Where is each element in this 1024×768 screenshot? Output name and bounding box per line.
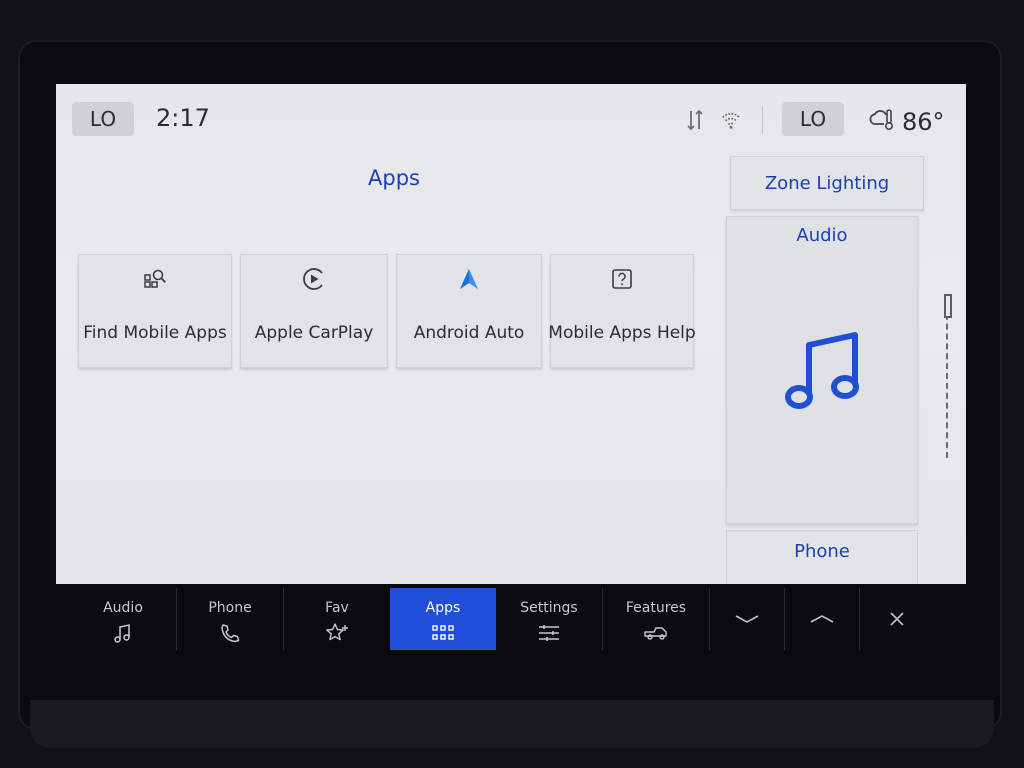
scrollbar-thumb[interactable]	[944, 294, 952, 318]
tile-label: Find Mobile Apps	[83, 323, 227, 343]
outside-temp-value: 86°	[902, 108, 945, 136]
page-title: Apps	[368, 166, 420, 190]
android-auto-tile[interactable]: Android Auto	[396, 254, 542, 368]
tile-label: Mobile Apps Help	[548, 323, 696, 343]
chevron-down-icon[interactable]	[710, 588, 784, 650]
find-mobile-apps-tile[interactable]: Find Mobile Apps	[78, 254, 232, 368]
touch-screen: LO 2:17 LO 86° Apps Find Mobile Apps App…	[56, 84, 966, 584]
tile-label: Android Auto	[413, 323, 525, 343]
audio-card[interactable]: Audio	[726, 216, 918, 524]
passenger-temp-setting[interactable]: LO	[782, 102, 844, 136]
phone-card[interactable]: Phone	[726, 530, 918, 584]
scrollbar-track[interactable]	[946, 294, 952, 458]
tile-label: Apple CarPlay	[254, 323, 374, 343]
apps-grid-icon	[431, 622, 455, 648]
phone-card-label: Phone	[794, 541, 850, 562]
star-plus-icon	[325, 622, 349, 648]
nav-fav[interactable]: Fav	[284, 588, 390, 650]
apple-carplay-tile[interactable]: Apple CarPlay	[240, 254, 388, 368]
zone-lighting-button[interactable]: Zone Lighting	[730, 156, 924, 210]
nav-audio[interactable]: Audio	[70, 588, 176, 650]
nav-label: Settings	[520, 600, 578, 616]
driver-temp-setting[interactable]: LO	[72, 102, 134, 136]
chevron-up-icon[interactable]	[785, 588, 859, 650]
signal-arrows-icon	[684, 108, 706, 136]
phone-icon	[218, 622, 242, 648]
nav-label: Phone	[208, 600, 252, 616]
status-icons	[684, 108, 742, 136]
android-auto-icon	[456, 265, 482, 293]
nav-label: Audio	[103, 600, 143, 616]
truck-icon	[644, 622, 668, 648]
mobile-apps-help-tile[interactable]: Mobile Apps Help	[548, 254, 696, 368]
carplay-icon	[301, 265, 327, 293]
nav-phone[interactable]: Phone	[177, 588, 283, 650]
clock: 2:17	[156, 104, 210, 132]
nav-apps[interactable]: Apps	[390, 588, 496, 650]
status-bar: LO 2:17 LO 86°	[56, 84, 966, 152]
help-icon	[609, 265, 635, 293]
nav-features[interactable]: Features	[603, 588, 709, 650]
wifi-icon	[720, 108, 742, 136]
sliders-icon	[537, 622, 561, 648]
bezel-bottom	[30, 700, 994, 748]
outside-temperature: 86°	[868, 106, 945, 138]
music-note-icon	[111, 622, 135, 648]
nav-label: Apps	[425, 600, 461, 616]
nav-settings[interactable]: Settings	[496, 588, 602, 650]
audio-card-label: Audio	[796, 225, 848, 246]
status-divider	[762, 106, 763, 134]
cloud-thermometer-icon	[868, 106, 896, 138]
nav-label: Fav	[325, 600, 349, 616]
close-icon[interactable]	[860, 588, 934, 650]
bottom-nav-bar: Audio Phone Fav Apps Settings Features	[70, 588, 940, 650]
nav-label: Features	[625, 600, 687, 616]
find-apps-icon	[142, 265, 168, 293]
